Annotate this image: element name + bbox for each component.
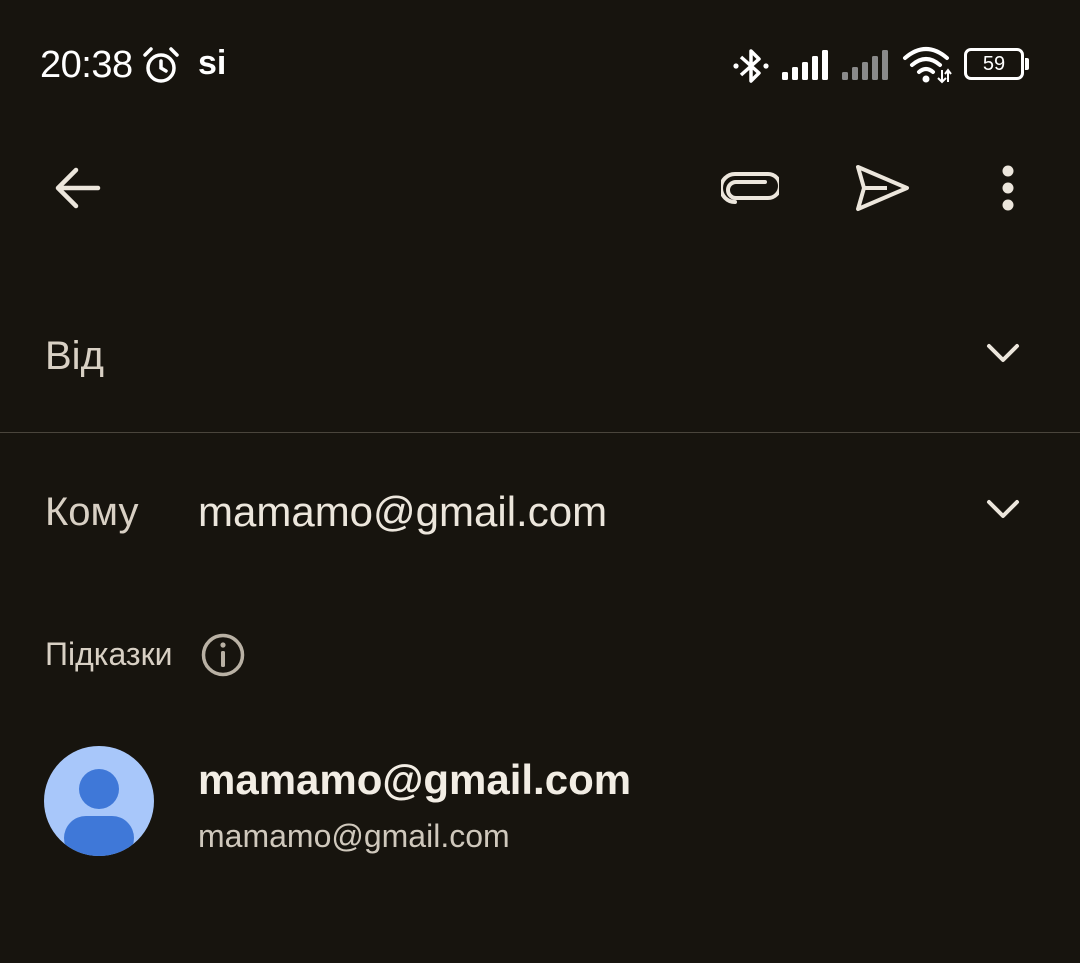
info-icon[interactable]: [200, 632, 246, 683]
send-button[interactable]: [846, 160, 918, 220]
alarm-icon: [140, 45, 182, 92]
send-icon: [853, 163, 911, 218]
more-options-button[interactable]: [980, 160, 1036, 220]
suggestion-name: mamamo@gmail.com: [198, 756, 632, 803]
wifi-icon: [902, 46, 954, 89]
to-input[interactable]: mamamo@gmail.com: [198, 488, 607, 536]
status-bar: 20:38 si 59: [0, 0, 1080, 130]
attach-button[interactable]: [714, 160, 786, 220]
from-field-row[interactable]: Від: [0, 300, 1080, 412]
from-label: Від: [45, 334, 104, 378]
to-expand-button[interactable]: [972, 486, 1034, 536]
field-divider: [0, 432, 1080, 433]
person-icon: [64, 769, 134, 856]
back-arrow-icon: [52, 166, 102, 215]
suggestion-item[interactable]: mamamo@gmail.com mamamo@gmail.com: [0, 730, 1080, 870]
suggestions-label: Підказки: [45, 636, 173, 672]
back-button[interactable]: [40, 160, 114, 220]
paperclip-icon: [719, 170, 782, 211]
chevron-down-icon: [986, 343, 1020, 368]
battery-level: 59: [982, 53, 1006, 75]
battery-icon: 59: [964, 48, 1029, 80]
avatar: [44, 746, 154, 856]
to-label: Кому: [45, 490, 139, 534]
to-field-row[interactable]: Кому mamamo@gmail.com: [0, 460, 1080, 570]
battery-tip: [1025, 58, 1029, 70]
compose-toolbar: [0, 140, 1080, 240]
gmail-compose-screen: 20:38 si 59 Від Кому mamamo@gmail.com Пі…: [0, 0, 1080, 963]
more-vert-icon: [1000, 165, 1016, 216]
carrier-icon: si: [198, 44, 227, 82]
chevron-down-icon: [986, 499, 1020, 524]
signal-sim2-icon: [842, 50, 892, 85]
bluetooth-icon: [732, 46, 770, 91]
status-time: 20:38: [40, 44, 133, 86]
suggestion-email: mamamo@gmail.com: [198, 818, 510, 854]
from-expand-button[interactable]: [972, 330, 1034, 380]
signal-sim1-icon: [782, 50, 832, 85]
